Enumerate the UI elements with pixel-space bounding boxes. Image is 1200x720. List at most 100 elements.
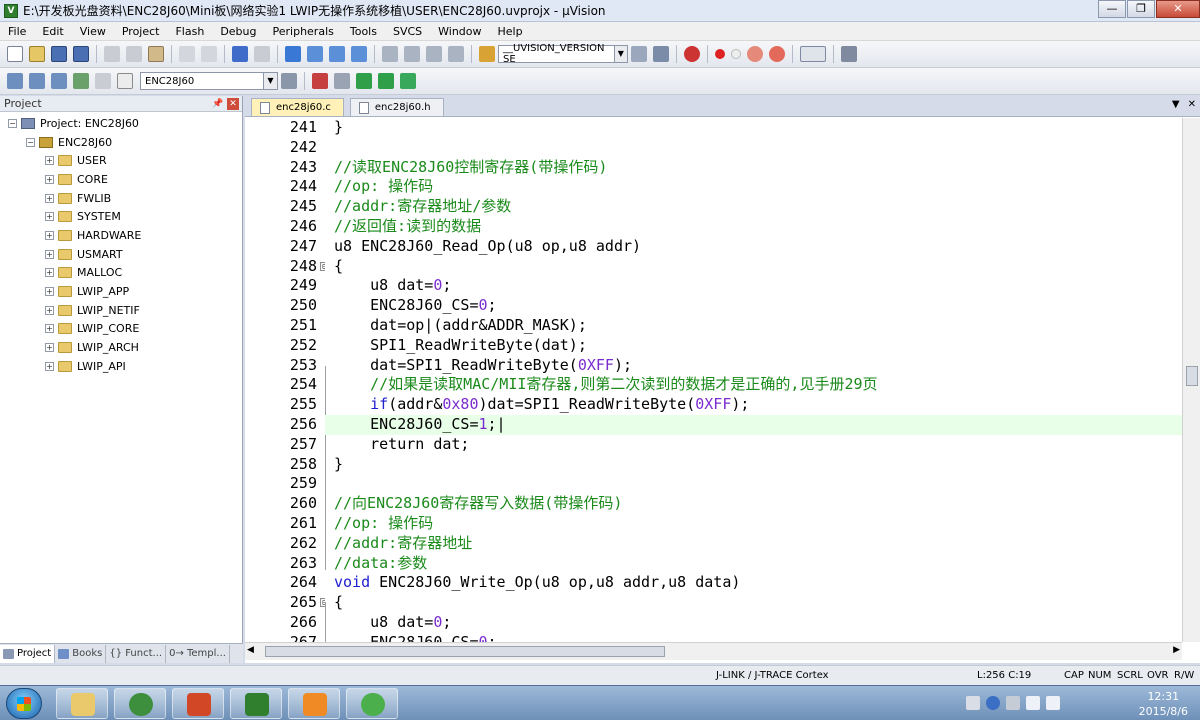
- undo-icon[interactable]: [179, 46, 195, 62]
- expand-icon[interactable]: +: [45, 361, 54, 371]
- minimize-button[interactable]: —: [1098, 0, 1126, 18]
- code-line[interactable]: ENC28J60_CS=0;: [325, 296, 1182, 316]
- copy-icon[interactable]: [126, 46, 142, 62]
- expand-icon[interactable]: +: [45, 174, 54, 184]
- menu-tools[interactable]: Tools: [342, 22, 385, 41]
- taskbar-browser[interactable]: [346, 688, 398, 719]
- tree-group-user[interactable]: + USER: [0, 151, 242, 170]
- tab-enc28j60-c[interactable]: enc28j60.c: [251, 98, 344, 116]
- code-line[interactable]: u8 dat=0;: [325, 276, 1182, 296]
- keyboard-icon[interactable]: [966, 696, 980, 710]
- tab-templates[interactable]: 0→ Templ...: [166, 644, 230, 663]
- save-icon[interactable]: [51, 46, 67, 62]
- code-line[interactable]: void ENC28J60_Write_Op(u8 op,u8 addr,u8 …: [325, 573, 1182, 593]
- tree-group-lwip-app[interactable]: + LWIP_APP: [0, 282, 242, 301]
- code-line[interactable]: return dat;: [325, 435, 1182, 455]
- open-file-icon[interactable]: [29, 46, 45, 62]
- code-line[interactable]: u8 dat=0;: [325, 613, 1182, 633]
- scroll-thumb[interactable]: [265, 646, 665, 657]
- manage-project-items-icon[interactable]: [312, 73, 328, 89]
- target-select[interactable]: ENC28J60 ▼: [140, 72, 278, 90]
- menu-svcs[interactable]: SVCS: [385, 22, 430, 41]
- code-line[interactable]: dat=op|(addr&ADDR_MASK);: [325, 316, 1182, 336]
- download-icon[interactable]: [117, 73, 133, 89]
- taskbar-uvision[interactable]: [230, 688, 282, 719]
- code-line[interactable]: //读取ENC28J60控制寄存器(带操作码): [325, 158, 1182, 178]
- scroll-left-icon[interactable]: ◀: [247, 645, 254, 655]
- current-code-line[interactable]: ENC28J60_CS=1;|: [325, 414, 1182, 435]
- expand-icon[interactable]: +: [45, 305, 54, 315]
- rebuild-icon[interactable]: [51, 73, 67, 89]
- pack-installer-icon[interactable]: [378, 73, 394, 89]
- bookmark-toggle-icon[interactable]: [285, 46, 301, 62]
- vertical-scrollbar[interactable]: [1182, 118, 1200, 642]
- clock[interactable]: 12:31 2015/8/6: [1139, 689, 1188, 719]
- batch-build-icon[interactable]: [73, 73, 89, 89]
- code-line[interactable]: //op: 操作码: [325, 177, 1182, 197]
- expand-icon[interactable]: +: [45, 212, 54, 222]
- code-line[interactable]: //addr:寄存器地址/参数: [325, 197, 1182, 217]
- new-file-icon[interactable]: [7, 46, 23, 62]
- tab-functions[interactable]: {} Funct...: [106, 644, 167, 663]
- manage-rte-icon[interactable]: [356, 73, 372, 89]
- tab-enc28j60-h[interactable]: enc28j60.h: [349, 98, 444, 116]
- bookmark-next-icon[interactable]: [329, 46, 345, 62]
- code-line[interactable]: }: [325, 455, 1182, 475]
- taskbar-explorer[interactable]: [56, 688, 108, 719]
- menu-view[interactable]: View: [72, 22, 114, 41]
- code-line[interactable]: [325, 138, 1182, 158]
- menu-flash[interactable]: Flash: [167, 22, 212, 41]
- tree-group-usmart[interactable]: + USMART: [0, 245, 242, 264]
- tree-group-system[interactable]: + SYSTEM: [0, 207, 242, 226]
- code-line[interactable]: if(addr&0x80)dat=SPI1_ReadWriteByte(0XFF…: [325, 395, 1182, 415]
- code-line[interactable]: {: [325, 593, 1182, 613]
- menu-help[interactable]: Help: [490, 22, 531, 41]
- navigate-back-icon[interactable]: [232, 46, 248, 62]
- save-all-icon[interactable]: [73, 46, 89, 62]
- unindent-icon[interactable]: [404, 46, 420, 62]
- software-packs-icon[interactable]: [400, 73, 416, 89]
- menu-window[interactable]: Window: [430, 22, 489, 41]
- start-button[interactable]: [6, 688, 42, 719]
- bookmark-clear-icon[interactable]: [351, 46, 367, 62]
- uncomment-icon[interactable]: [448, 46, 464, 62]
- expand-icon[interactable]: +: [45, 193, 54, 203]
- pin-icon[interactable]: 📌: [212, 98, 224, 110]
- menu-edit[interactable]: Edit: [34, 22, 71, 41]
- collapse-icon[interactable]: −: [26, 137, 35, 147]
- scroll-thumb[interactable]: [1186, 366, 1198, 386]
- configure-icon[interactable]: [841, 46, 857, 62]
- tree-group-malloc[interactable]: + MALLOC: [0, 264, 242, 283]
- kill-breakpoints-icon[interactable]: [769, 46, 785, 62]
- select-packs-icon[interactable]: [334, 73, 350, 89]
- close-button[interactable]: ✕: [1156, 0, 1200, 18]
- close-icon[interactable]: ✕: [227, 97, 239, 110]
- tree-group-core[interactable]: + CORE: [0, 170, 242, 189]
- chevron-down-icon[interactable]: ▼: [613, 46, 627, 62]
- enable-breakpoint-icon[interactable]: [731, 49, 741, 59]
- volume-icon[interactable]: [1046, 696, 1060, 710]
- redo-icon[interactable]: [201, 46, 217, 62]
- tree-target[interactable]: − ENC28J60: [0, 133, 242, 152]
- tree-group-lwip-netif[interactable]: + LWIP_NETIF: [0, 301, 242, 320]
- tree-group-lwip-api[interactable]: + LWIP_API: [0, 357, 242, 376]
- disable-breakpoints-icon[interactable]: [747, 46, 763, 62]
- cut-icon[interactable]: [104, 46, 120, 62]
- chevron-down-icon[interactable]: ▼: [263, 73, 277, 89]
- code-line[interactable]: //向ENC28J60寄存器写入数据(带操作码): [325, 494, 1182, 514]
- code-line[interactable]: //返回值:读到的数据: [325, 217, 1182, 237]
- code-line[interactable]: [325, 474, 1182, 494]
- build-icon[interactable]: [29, 73, 45, 89]
- insert-breakpoint-icon[interactable]: [715, 49, 725, 59]
- restore-button[interactable]: ❐: [1127, 0, 1155, 18]
- tree-group-lwip-core[interactable]: + LWIP_CORE: [0, 320, 242, 339]
- taskbar-app-green[interactable]: [114, 688, 166, 719]
- expand-icon[interactable]: +: [45, 268, 54, 278]
- code-line[interactable]: SPI1_ReadWriteByte(dat);: [325, 336, 1182, 356]
- code-line[interactable]: ENC28J60_CS=0;: [325, 633, 1182, 642]
- tab-project[interactable]: Project: [0, 644, 56, 663]
- indent-icon[interactable]: [382, 46, 398, 62]
- help-icon[interactable]: [986, 696, 1000, 710]
- taskbar-pdf[interactable]: [288, 688, 340, 719]
- translate-icon[interactable]: [7, 73, 23, 89]
